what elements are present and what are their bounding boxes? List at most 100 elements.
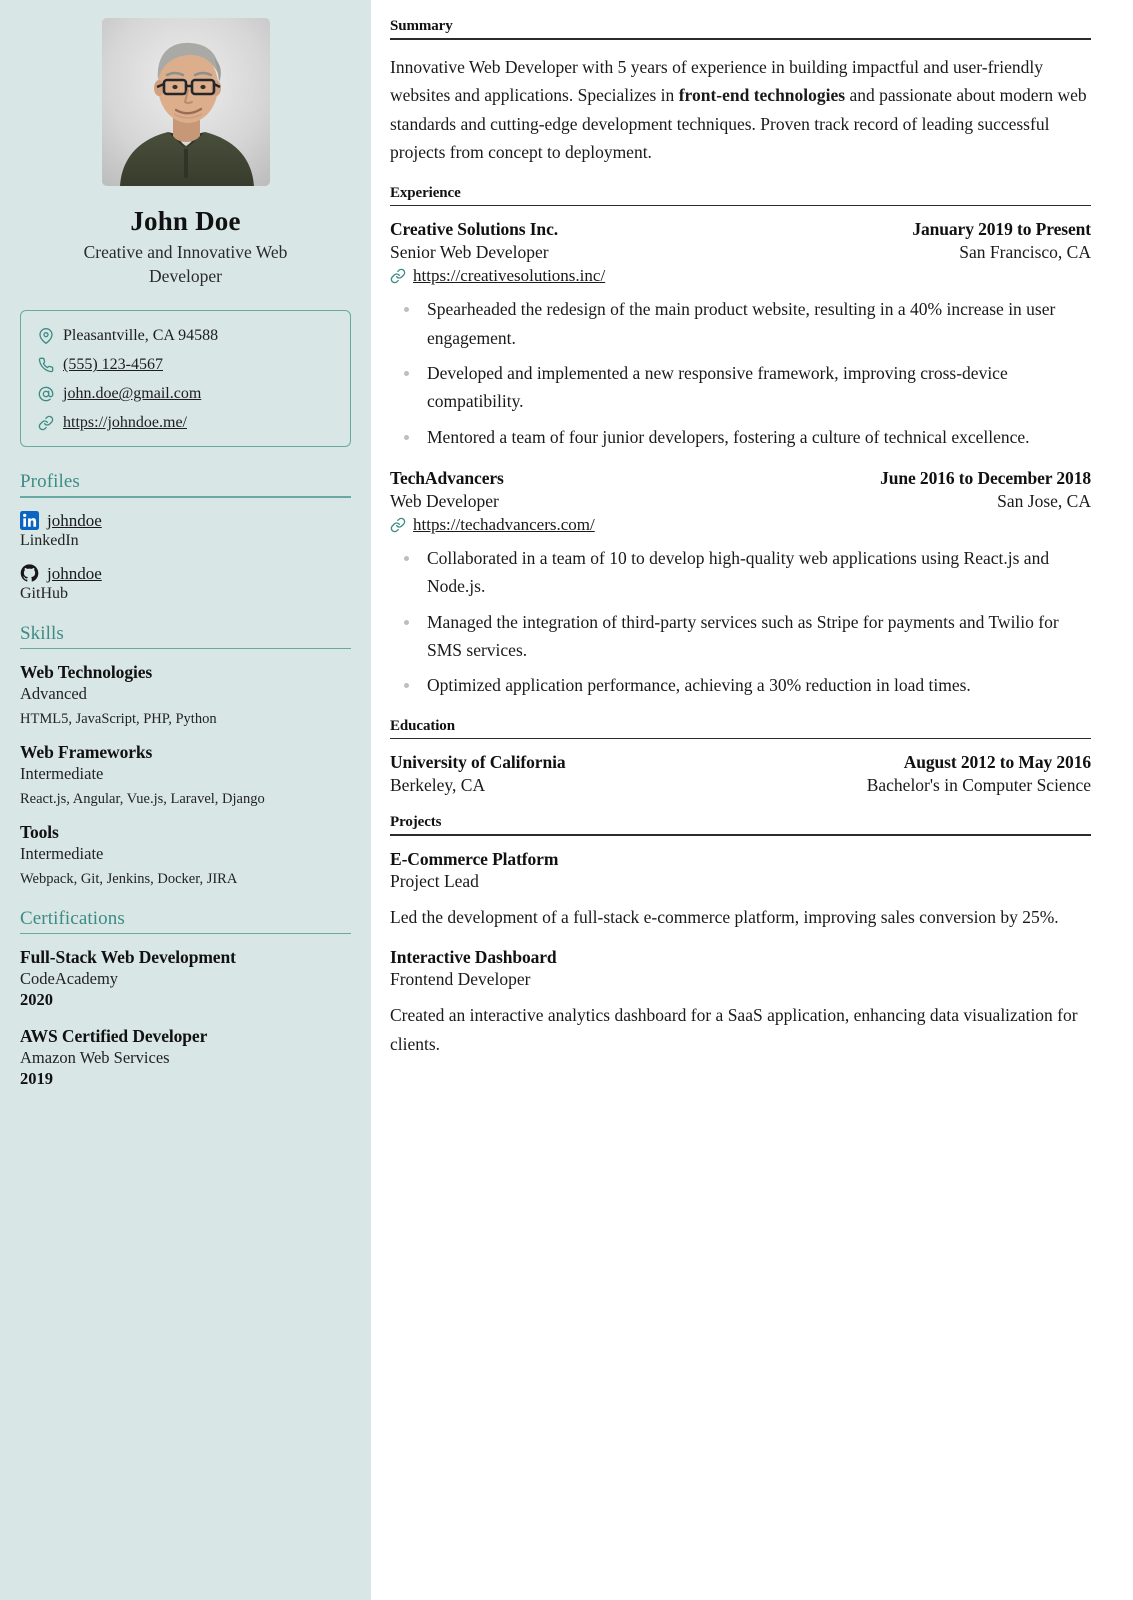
photo-container <box>20 18 351 186</box>
full-name: John Doe <box>130 206 241 236</box>
certification-name: Full-Stack Web Development <box>20 947 236 968</box>
profile-photo <box>101 18 270 186</box>
certification-item: AWS Certified Developer Amazon Web Servi… <box>20 1026 351 1089</box>
experience-highlights: Collaborated in a team of 10 to develop … <box>390 544 1091 700</box>
profile-username-github[interactable]: johndoe <box>47 564 102 584</box>
certification-issuer: Amazon Web Services <box>20 1048 170 1068</box>
experience-entry: Creative Solutions Inc. January 2019 to … <box>390 219 1091 451</box>
skill-keywords: React.js, Angular, Vue.js, Laravel, Djan… <box>20 790 265 807</box>
summary-text-bold: front-end technologies <box>678 85 846 106</box>
contact-location: Pleasantville, CA 94588 <box>37 327 334 345</box>
certification-item: Full-Stack Web Development CodeAcademy 2… <box>20 947 351 1010</box>
experience-location: San Jose, CA <box>997 490 1091 511</box>
sidebar: John Doe Creative and Innovative Web Dev… <box>0 0 371 1600</box>
link-icon <box>37 415 54 432</box>
certification-date: 2019 <box>20 1069 53 1089</box>
experience-url-text[interactable]: https://creativesolutions.inc/ <box>413 266 605 286</box>
link-icon <box>390 517 406 533</box>
experience-date: June 2016 to December 2018 <box>880 467 1091 488</box>
project-role: Project Lead <box>390 870 479 891</box>
contact-phone-link[interactable]: (555) 123-4567 <box>63 356 163 374</box>
at-sign-icon <box>37 386 54 403</box>
profile-username-linkedin[interactable]: johndoe <box>47 511 102 531</box>
experience-highlights: Spearheaded the redesign of the main pro… <box>390 295 1091 451</box>
experience-entry: TechAdvancers June 2016 to December 2018… <box>390 468 1091 700</box>
contact-website-link[interactable]: https://johndoe.me/ <box>63 414 187 432</box>
education-date: August 2012 to May 2016 <box>903 752 1091 773</box>
education-entry: University of California August 2012 to … <box>390 752 1091 796</box>
experience-url-text[interactable]: https://techadvancers.com/ <box>413 515 595 535</box>
skill-name: Web Technologies <box>20 661 153 682</box>
link-icon <box>390 268 406 284</box>
certification-name: AWS Certified Developer <box>20 1026 208 1047</box>
experience-url[interactable]: https://techadvancers.com/ <box>390 515 1091 535</box>
experience-organization: TechAdvancers <box>390 467 504 488</box>
experience-heading: Experience <box>390 184 461 201</box>
experience-highlight: Managed the integration of third-party s… <box>390 608 1091 665</box>
summary-heading: Summary <box>390 18 453 34</box>
skill-item: Web Frameworks Intermediate React.js, An… <box>20 742 351 808</box>
skill-level: Advanced <box>20 683 87 703</box>
projects-heading: Projects <box>390 814 442 831</box>
experience-organization: Creative Solutions Inc. <box>390 219 559 240</box>
profile-network-linkedin: LinkedIn <box>20 531 79 549</box>
experience-location: San Francisco, CA <box>959 242 1091 263</box>
profile-item-github[interactable]: johndoe GitHub <box>20 564 351 603</box>
experience-highlight: Mentored a team of four junior developer… <box>390 423 1091 451</box>
certifications-section: Certifications Full-Stack Web Developmen… <box>20 908 351 1089</box>
skill-name: Tools <box>20 821 59 842</box>
profiles-section: Profiles johndoe LinkedIn johndoe GitHub <box>20 471 351 602</box>
profile-photo-illustration <box>101 18 270 186</box>
map-pin-icon <box>37 328 54 345</box>
skill-name: Web Frameworks <box>20 741 153 762</box>
project-description: Led the development of a full-stack e-co… <box>390 906 1059 927</box>
contact-box: Pleasantville, CA 94588 (555) 123-4567 j… <box>20 310 351 448</box>
profile-network-github: GitHub <box>20 584 68 602</box>
certification-date: 2020 <box>20 990 53 1010</box>
education-section: Education University of California Augus… <box>390 718 1091 797</box>
experience-highlight: Spearheaded the redesign of the main pro… <box>390 295 1091 352</box>
github-icon <box>20 564 39 583</box>
skill-level: Intermediate <box>20 843 104 863</box>
education-location: Berkeley, CA <box>390 775 486 796</box>
summary-divider <box>390 38 1091 40</box>
experience-position: Senior Web Developer <box>390 242 549 263</box>
projects-section: Projects E-Commerce Platform Project Lea… <box>390 814 1091 1058</box>
experience-section: Experience Creative Solutions Inc. Janua… <box>390 185 1091 700</box>
main-column: Summary Innovative Web Developer with 5 … <box>371 0 1133 1600</box>
skills-section: Skills Web Technologies Advanced HTML5, … <box>20 623 351 888</box>
contact-email[interactable]: john.doe@gmail.com <box>37 385 334 403</box>
summary-section: Summary Innovative Web Developer with 5 … <box>390 18 1091 167</box>
experience-url[interactable]: https://creativesolutions.inc/ <box>390 266 1091 286</box>
skill-level: Intermediate <box>20 763 104 783</box>
certification-issuer: CodeAcademy <box>20 969 119 989</box>
linkedin-icon <box>20 511 39 531</box>
project-name: E-Commerce Platform <box>390 848 559 869</box>
experience-highlight: Optimized application performance, achie… <box>390 671 1091 699</box>
experience-divider <box>390 204 1091 207</box>
experience-highlight: Developed and implemented a new responsi… <box>390 359 1091 416</box>
skill-item: Tools Intermediate Webpack, Git, Jenkins… <box>20 822 351 888</box>
experience-position: Web Developer <box>390 490 499 511</box>
education-degree: Bachelor's in Computer Science <box>866 775 1091 796</box>
experience-date: January 2019 to Present <box>912 219 1091 240</box>
phone-icon <box>37 357 54 374</box>
education-heading: Education <box>390 717 455 734</box>
experience-highlight: Collaborated in a team of 10 to develop … <box>390 544 1091 601</box>
skills-divider <box>20 647 351 649</box>
profile-item-linkedin[interactable]: johndoe LinkedIn <box>20 511 351 550</box>
skill-keywords: Webpack, Git, Jenkins, Docker, JIRA <box>20 870 238 887</box>
project-description: Created an interactive analytics dashboa… <box>390 1005 1078 1054</box>
resume-page: John Doe Creative and Innovative Web Dev… <box>0 0 1133 1600</box>
skill-keywords: HTML5, JavaScript, PHP, Python <box>20 710 217 727</box>
projects-divider <box>390 834 1091 836</box>
education-institution: University of California <box>390 752 566 773</box>
headline: Creative and Innovative Web Developer <box>83 242 288 286</box>
contact-email-link[interactable]: john.doe@gmail.com <box>63 385 201 403</box>
project-role: Frontend Developer <box>390 969 531 990</box>
certifications-heading: Certifications <box>20 907 125 929</box>
contact-location-text: Pleasantville, CA 94588 <box>63 327 219 345</box>
profiles-divider <box>20 496 351 498</box>
contact-phone[interactable]: (555) 123-4567 <box>37 356 334 374</box>
contact-website[interactable]: https://johndoe.me/ <box>37 414 334 432</box>
